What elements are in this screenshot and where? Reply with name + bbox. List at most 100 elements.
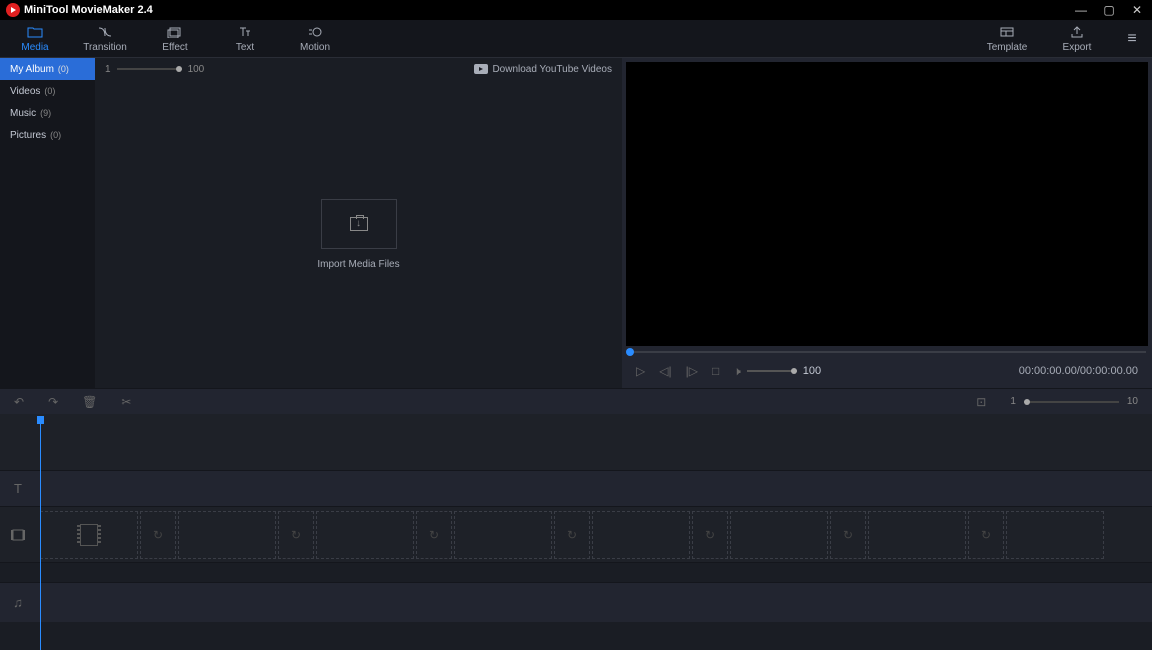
tab-label: Transition bbox=[83, 42, 127, 53]
thumbnail-zoom-slider[interactable]: 1 100 bbox=[105, 64, 204, 75]
video-track[interactable]: ↻ ↻ ↻ ↻ ↻ ↻ ↻ bbox=[0, 506, 1152, 562]
export-icon bbox=[1069, 24, 1085, 40]
effect-icon bbox=[167, 24, 183, 40]
tab-text[interactable]: Text bbox=[210, 20, 280, 57]
clip-slot[interactable] bbox=[1006, 511, 1104, 559]
play-button[interactable]: ▷ bbox=[636, 364, 645, 378]
maximize-icon[interactable]: ▢ bbox=[1100, 3, 1118, 17]
transition-slot[interactable]: ↻ bbox=[830, 511, 866, 559]
preview-controls: ▷ ◁| |▷ □ 🕨 100 00:00:00.00/00:00:00.00 bbox=[626, 358, 1148, 384]
volume-slider[interactable] bbox=[747, 370, 797, 372]
tab-label: Text bbox=[236, 42, 254, 53]
import-folder-icon bbox=[350, 217, 368, 231]
titlebar: MiniTool MovieMaker 2.4 — ▢ ✕ bbox=[0, 0, 1152, 20]
stop-button[interactable]: □ bbox=[712, 364, 719, 378]
text-icon bbox=[237, 24, 253, 40]
zoom-max-label: 10 bbox=[1127, 396, 1138, 407]
edit-bar: ↶ ↷ 🗑 ✂ ⊡ 1 10 bbox=[0, 388, 1152, 414]
sidebar-item-label: Pictures bbox=[10, 130, 46, 141]
delete-button[interactable]: 🗑 bbox=[82, 395, 97, 409]
tab-template[interactable]: Template bbox=[972, 20, 1042, 57]
transition-slot[interactable]: ↻ bbox=[554, 511, 590, 559]
preview-panel: ▷ ◁| |▷ □ 🕨 100 00:00:00.00/00:00:00.00 bbox=[622, 58, 1152, 388]
sidebar-item-label: Music bbox=[10, 108, 36, 119]
transition-slot[interactable]: ↻ bbox=[416, 511, 452, 559]
sidebar-item-count: (0) bbox=[44, 86, 55, 96]
app-logo-icon bbox=[6, 3, 20, 17]
spacer-track bbox=[0, 562, 1152, 582]
media-top-bar: 1 100 Download YouTube Videos bbox=[95, 58, 622, 80]
clip-slot[interactable] bbox=[868, 511, 966, 559]
transition-slot[interactable]: ↻ bbox=[968, 511, 1004, 559]
sidebar-item-label: Videos bbox=[10, 86, 40, 97]
fit-button[interactable]: ⊡ bbox=[976, 395, 986, 409]
toolbar: Media Transition Effect Text Motion Temp… bbox=[0, 20, 1152, 58]
volume-value: 100 bbox=[803, 365, 821, 377]
youtube-icon bbox=[474, 64, 488, 74]
preview-seek-bar[interactable] bbox=[626, 348, 1148, 356]
tab-label: Media bbox=[21, 42, 48, 53]
close-icon[interactable]: ✕ bbox=[1128, 3, 1146, 17]
sidebar-item-label: My Album bbox=[10, 64, 54, 75]
tab-motion[interactable]: Motion bbox=[280, 20, 350, 57]
next-frame-button[interactable]: |▷ bbox=[686, 364, 698, 378]
transition-icon bbox=[97, 24, 113, 40]
playhead[interactable] bbox=[40, 418, 41, 650]
media-panel: 1 100 Download YouTube Videos Import Med… bbox=[95, 58, 622, 388]
prev-frame-button[interactable]: ◁| bbox=[659, 364, 671, 378]
tab-label: Motion bbox=[300, 42, 330, 53]
template-icon bbox=[999, 24, 1015, 40]
tab-transition[interactable]: Transition bbox=[70, 20, 140, 57]
sidebar-item-count: (0) bbox=[50, 130, 61, 140]
timeline-ruler[interactable] bbox=[0, 414, 1152, 470]
folder-icon bbox=[27, 24, 43, 40]
tab-effect[interactable]: Effect bbox=[140, 20, 210, 57]
split-button[interactable]: ✂ bbox=[121, 395, 131, 409]
redo-button[interactable]: ↷ bbox=[48, 395, 58, 409]
zoom-max-label: 100 bbox=[188, 64, 205, 75]
sidebar-item-count: (0) bbox=[58, 64, 69, 74]
tab-label: Export bbox=[1063, 42, 1092, 53]
clip-slot[interactable] bbox=[454, 511, 552, 559]
audio-track-icon: ♫ bbox=[0, 595, 36, 610]
clip-slot[interactable] bbox=[178, 511, 276, 559]
transition-slot[interactable]: ↻ bbox=[692, 511, 728, 559]
zoom-min-label: 1 bbox=[1010, 396, 1016, 407]
tab-export[interactable]: Export bbox=[1042, 20, 1112, 57]
sidebar-item-music[interactable]: Music (9) bbox=[0, 102, 95, 124]
menu-button[interactable]: ≡ bbox=[1112, 20, 1152, 57]
clip-slot[interactable] bbox=[40, 511, 138, 559]
sidebar-item-myalbum[interactable]: My Album (0) bbox=[0, 58, 95, 80]
preview-video[interactable] bbox=[626, 62, 1148, 346]
main-area: My Album (0) Videos (0) Music (9) Pictur… bbox=[0, 58, 1152, 388]
film-icon bbox=[80, 524, 98, 546]
import-media-button[interactable] bbox=[321, 199, 397, 249]
tab-label: Effect bbox=[162, 42, 187, 53]
clip-slot[interactable] bbox=[730, 511, 828, 559]
undo-button[interactable]: ↶ bbox=[14, 395, 24, 409]
tab-media[interactable]: Media bbox=[0, 20, 70, 57]
volume-icon[interactable]: 🕨 bbox=[733, 364, 741, 379]
audio-track[interactable]: ♫ bbox=[0, 582, 1152, 622]
preview-time: 00:00:00.00/00:00:00.00 bbox=[1019, 365, 1138, 377]
minimize-icon[interactable]: — bbox=[1072, 3, 1090, 17]
zoom-track[interactable] bbox=[117, 68, 182, 70]
window-controls: — ▢ ✕ bbox=[1072, 3, 1146, 17]
volume-control[interactable]: 🕨 100 bbox=[733, 364, 821, 379]
video-track-body[interactable]: ↻ ↻ ↻ ↻ ↻ ↻ ↻ bbox=[36, 507, 1152, 562]
text-track[interactable]: T bbox=[0, 470, 1152, 506]
timeline-zoom-slider[interactable] bbox=[1024, 401, 1119, 403]
video-track-icon bbox=[0, 528, 36, 542]
tab-label: Template bbox=[987, 42, 1028, 53]
clip-slot[interactable] bbox=[592, 511, 690, 559]
timeline-zoom[interactable]: 1 10 bbox=[1010, 396, 1138, 407]
download-label: Download YouTube Videos bbox=[492, 64, 612, 75]
transition-slot[interactable]: ↻ bbox=[140, 511, 176, 559]
clip-slot[interactable] bbox=[316, 511, 414, 559]
transition-slot[interactable]: ↻ bbox=[278, 511, 314, 559]
media-sidebar: My Album (0) Videos (0) Music (9) Pictur… bbox=[0, 58, 95, 388]
download-youtube-link[interactable]: Download YouTube Videos bbox=[474, 64, 612, 75]
import-label: Import Media Files bbox=[317, 259, 399, 270]
sidebar-item-videos[interactable]: Videos (0) bbox=[0, 80, 95, 102]
sidebar-item-pictures[interactable]: Pictures (0) bbox=[0, 124, 95, 146]
